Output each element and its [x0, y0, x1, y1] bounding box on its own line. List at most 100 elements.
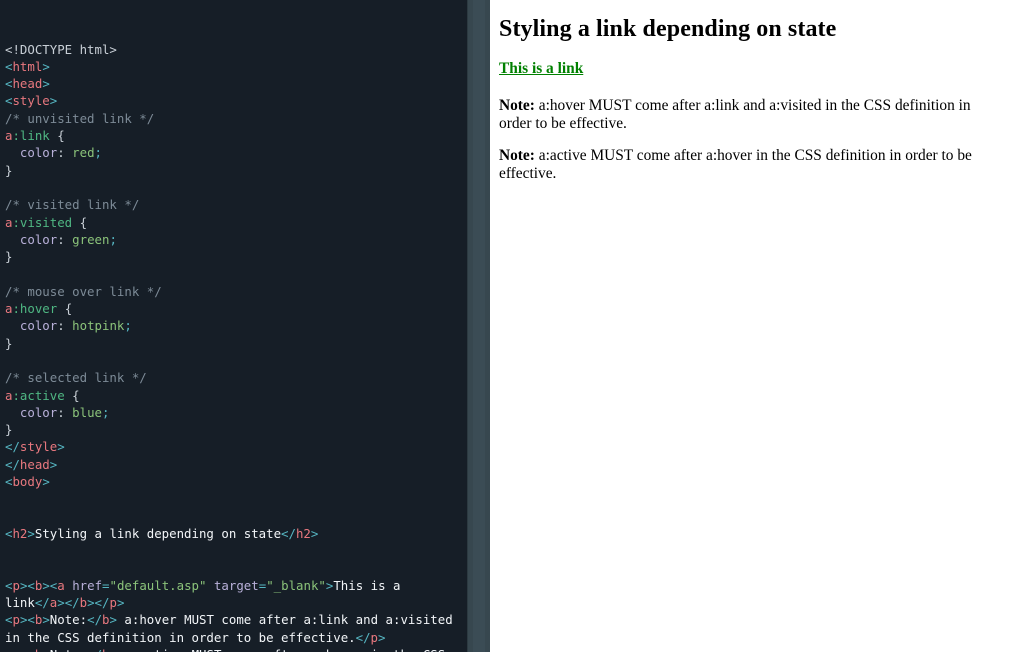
code-line: </style> [5, 438, 484, 455]
code-token-brace: } [5, 422, 12, 437]
code-token-brace: { [57, 301, 72, 316]
code-line: a:hover { [5, 300, 484, 317]
code-token-text: a:hover MUST come after a:link and a:vis… [117, 612, 453, 627]
code-token-text: Note: [50, 612, 87, 627]
code-token-semicolon: ; [102, 405, 109, 420]
code-editor-content[interactable]: <!DOCTYPE html><html><head><style>/* unv… [0, 6, 490, 652]
editor-vertical-scrollbar[interactable] [467, 0, 490, 652]
code-token-brace: } [5, 336, 12, 351]
code-line: } [5, 335, 484, 352]
code-line: } [5, 421, 484, 438]
preview-link[interactable]: This is a link [499, 60, 583, 77]
code-token-punct: > [117, 595, 124, 610]
code-token-comment: /* mouse over link */ [5, 284, 162, 299]
code-token-punct: >< [20, 578, 35, 593]
code-token-semicolon: ; [109, 232, 116, 247]
code-token-punct: > [42, 612, 49, 627]
scrollbar-track[interactable] [473, 0, 485, 652]
code-token-tag: h2 [12, 526, 27, 541]
preview-note-label: Note: [499, 97, 535, 114]
code-line: color: hotpink; [5, 317, 484, 334]
code-line: link</a></b></p> [5, 594, 484, 611]
code-token-tag: p [12, 612, 19, 627]
code-line: /* mouse over link */ [5, 283, 484, 300]
code-token-value: green [72, 232, 109, 247]
code-token-tag: h2 [296, 526, 311, 541]
code-token-punct: > [50, 93, 57, 108]
preview-note-text: a:active MUST come after a:hover in the … [499, 147, 972, 182]
code-line: color: green; [5, 231, 484, 248]
code-token-pseudo-class: :link [12, 128, 49, 143]
preview-heading: Styling a link depending on state [499, 16, 996, 42]
code-token-brace: { [65, 388, 80, 403]
code-token-comment: /* visited link */ [5, 197, 139, 212]
code-token-text: Styling a link depending on state [35, 526, 281, 541]
code-token-attr-value: "default.asp" [110, 578, 207, 593]
code-token-doctype: <!DOCTYPE html> [5, 42, 117, 57]
code-token-punct: > [57, 439, 64, 454]
code-token-property: color [20, 405, 57, 420]
code-token-punct: </ [87, 647, 102, 652]
code-token-tag: html [12, 59, 42, 74]
code-line-blank [5, 542, 484, 559]
code-line: <style> [5, 92, 484, 109]
code-line: color: blue; [5, 404, 484, 421]
preview-document: Styling a link depending on state This i… [490, 16, 1012, 183]
code-token-brace: } [5, 163, 12, 178]
code-line-blank [5, 490, 484, 507]
code-token-text: in the CSS definition in order to be eff… [5, 630, 356, 645]
code-token-punct: </ [5, 439, 20, 454]
code-token-punct: </ [5, 457, 20, 472]
code-line-blank [5, 179, 484, 196]
code-token-attr-name: href [72, 578, 102, 593]
preview-link-paragraph: This is a link [499, 60, 996, 78]
code-line: <p><b>Note:</b> a:hover MUST come after … [5, 611, 484, 628]
code-line: <body> [5, 473, 484, 490]
code-token-tag: a [57, 578, 64, 593]
code-token-tag: p [109, 595, 116, 610]
code-line: color: red; [5, 144, 484, 161]
code-token-comment: /* unvisited link */ [5, 111, 154, 126]
code-token-punct: >< [20, 612, 35, 627]
code-line: <p><b>Note:</b> a:active MUST come after… [5, 646, 484, 652]
code-token-text: link [5, 595, 35, 610]
code-token-tag: head [12, 76, 42, 91]
code-editor-pane[interactable]: <!DOCTYPE html><html><head><style>/* unv… [0, 0, 490, 652]
code-token-comment: /* selected link */ [5, 370, 147, 385]
code-line: a:link { [5, 127, 484, 144]
code-token-brace: { [72, 215, 87, 230]
code-token-punct: > [42, 474, 49, 489]
preview-pane: Styling a link depending on state This i… [490, 0, 1012, 652]
code-token-pseudo-class: :hover [12, 301, 57, 316]
code-token-punct: </ [35, 595, 50, 610]
preview-link-bold-wrapper: This is a link [499, 60, 583, 77]
code-token-property: color [20, 318, 57, 333]
code-token-tag: p [12, 578, 19, 593]
code-token-text: a:active MUST come after a:hover in the … [117, 647, 445, 652]
code-line: <html> [5, 58, 484, 75]
code-token-tag: style [12, 93, 49, 108]
code-token-attr-value: "_blank" [266, 578, 326, 593]
code-token-punct: </ [87, 612, 102, 627]
code-token-pseudo-class: :visited [12, 215, 72, 230]
code-token-tag: style [20, 439, 57, 454]
code-line: } [5, 248, 484, 265]
code-token-punct: > [110, 647, 117, 652]
code-line: /* selected link */ [5, 369, 484, 386]
code-token-punct: </ [356, 630, 371, 645]
code-editor-scroll-area[interactable]: <!DOCTYPE html><html><head><style>/* unv… [0, 0, 490, 652]
code-token-semicolon: ; [124, 318, 131, 333]
code-token-tag: b [102, 612, 109, 627]
code-token-punct: ></ [87, 595, 109, 610]
code-token-punct: > [110, 612, 117, 627]
code-token-text: Note: [50, 647, 87, 652]
code-token-punct: > [311, 526, 318, 541]
code-token-value: blue [72, 405, 102, 420]
code-token-punct: > [378, 630, 385, 645]
preview-note-paragraph-1: Note: a:hover MUST come after a:link and… [499, 97, 996, 133]
code-token-tag: head [20, 457, 50, 472]
code-token-tag: p [12, 647, 19, 652]
code-line-blank [5, 265, 484, 282]
code-token-colon: : [57, 232, 72, 247]
code-token-punct: > [42, 647, 49, 652]
